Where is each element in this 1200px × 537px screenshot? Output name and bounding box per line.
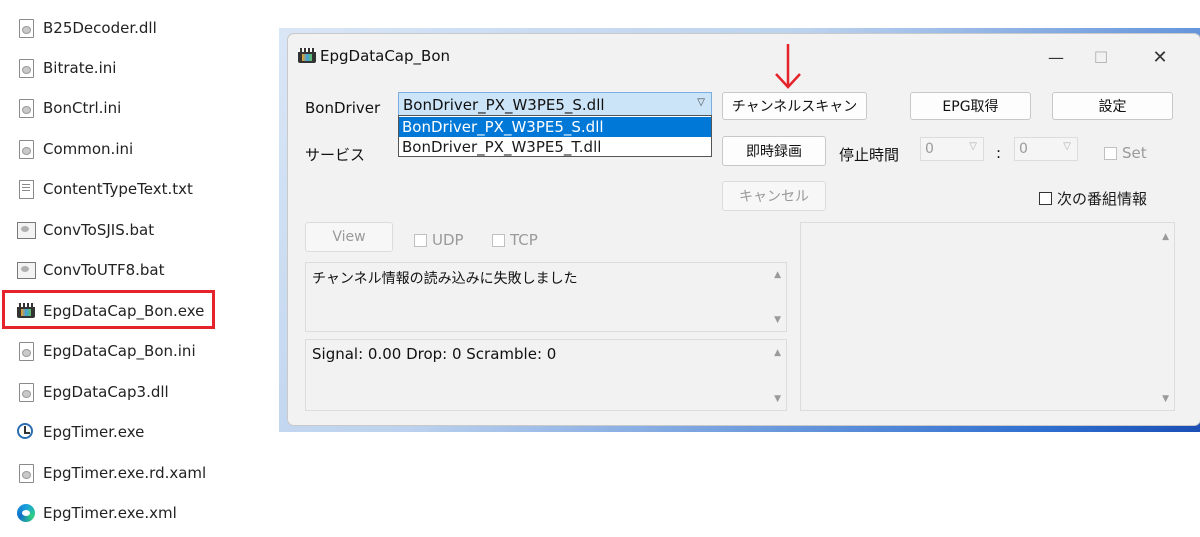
service-label: サービス (305, 146, 366, 164)
checkbox-box (1104, 146, 1117, 160)
scroll-up-icon[interactable]: ▲ (1162, 232, 1169, 242)
list-item[interactable]: EpgTimer.exe.xml (16, 501, 177, 525)
title-bar[interactable]: EpgDataCap_Bon — ☐ ✕ (288, 34, 1200, 78)
red-arrow-icon (775, 44, 801, 89)
chevron-down-icon: ▽ (697, 97, 705, 108)
ini-file-icon (16, 98, 36, 118)
status-text: Signal: 0.00 Drop: 0 Scramble: 0 (312, 345, 557, 363)
batch-file-icon (16, 220, 36, 240)
time-separator: : (996, 144, 1002, 162)
file-list: B25Decoder.dll Bitrate.ini BonCtrl.ini C… (0, 0, 270, 537)
scroll-down-icon[interactable]: ▼ (1162, 394, 1169, 404)
set-checkbox[interactable]: Set (1104, 144, 1147, 162)
scroll-down-icon[interactable]: ▼ (774, 394, 781, 404)
file-name: EpgTimer.exe.xml (43, 504, 177, 522)
list-item[interactable]: B25Decoder.dll (16, 16, 157, 40)
list-item[interactable]: BonCtrl.ini (16, 96, 121, 120)
list-item[interactable]: EpgTimer.exe (16, 420, 144, 444)
file-name: Common.ini (43, 140, 134, 158)
file-name: ConvToSJIS.bat (43, 221, 155, 239)
list-item[interactable]: EpgDataCap_Bon.ini (16, 339, 196, 363)
next-program-label: 次の番組情報 (1057, 190, 1148, 208)
maximize-button[interactable]: ☐ (1079, 42, 1123, 72)
epgdatacap-app-icon (298, 48, 316, 63)
chevron-down-icon: ▽ (969, 141, 977, 152)
ini-file-icon (16, 58, 36, 78)
highlight-box (2, 290, 215, 329)
list-item[interactable]: EpgDataCap3.dll (16, 380, 169, 404)
checkbox-box (414, 233, 427, 247)
file-name: EpgTimer.exe (43, 423, 145, 441)
file-name: EpgTimer.exe.rd.xaml (43, 464, 207, 482)
file-name: EpgDataCap3.dll (43, 383, 169, 401)
status-panel[interactable]: Signal: 0.00 Drop: 0 Scramble: 0 ▲ ▼ (305, 339, 787, 411)
file-name: ConvToUTF8.bat (43, 261, 165, 279)
ini-file-icon (16, 139, 36, 159)
file-name: Bitrate.ini (43, 59, 117, 77)
scroll-down-icon[interactable]: ▼ (774, 315, 781, 325)
stop-minute-select[interactable]: 0 ▽ (1014, 137, 1078, 161)
dropdown-option[interactable]: BonDriver_PX_W3PE5_S.dll (399, 117, 711, 137)
list-item[interactable]: ContentTypeText.txt (16, 177, 193, 201)
checkbox-box (492, 233, 505, 247)
list-item[interactable]: Common.ini (16, 137, 133, 161)
stop-hour-value: 0 (925, 141, 934, 157)
log-message: チャンネル情報の読み込みに失敗しました (312, 271, 578, 287)
next-program-checkbox[interactable]: 次の番組情報 (1039, 188, 1147, 209)
settings-button[interactable]: 設定 (1052, 92, 1173, 120)
close-button[interactable]: ✕ (1138, 42, 1182, 72)
channel-scan-button[interactable]: チャンネルスキャン (722, 92, 867, 120)
scroll-up-icon[interactable]: ▲ (774, 270, 781, 280)
file-name: B25Decoder.dll (43, 19, 157, 37)
udp-checkbox[interactable]: UDP (414, 231, 464, 249)
scroll-up-icon[interactable]: ▲ (774, 348, 781, 358)
dll-file-icon (16, 18, 36, 38)
set-label: Set (1122, 144, 1147, 162)
list-item[interactable]: ConvToUTF8.bat (16, 258, 165, 282)
tcp-label: TCP (510, 231, 538, 249)
bondriver-label: BonDriver (305, 99, 381, 117)
edge-icon (16, 503, 36, 523)
program-info-panel[interactable]: ▲ ▼ (800, 222, 1175, 411)
cancel-button[interactable]: キャンセル (722, 181, 826, 211)
list-item[interactable]: EpgTimer.exe.rd.xaml (16, 461, 206, 485)
bondriver-selected-value: BonDriver_PX_W3PE5_S.dll (403, 96, 605, 114)
batch-file-icon (16, 260, 36, 280)
bondriver-dropdown-list: BonDriver_PX_W3PE5_S.dll BonDriver_PX_W3… (398, 115, 712, 157)
text-file-icon (16, 179, 36, 199)
view-button[interactable]: View (305, 222, 393, 252)
epg-get-button[interactable]: EPG取得 (910, 92, 1031, 120)
window-title: EpgDataCap_Bon (320, 47, 450, 65)
stop-hour-select[interactable]: 0 ▽ (920, 137, 984, 161)
udp-label: UDP (432, 231, 464, 249)
dropdown-option[interactable]: BonDriver_PX_W3PE5_T.dll (399, 137, 711, 157)
checkbox-box (1039, 192, 1052, 205)
tcp-checkbox[interactable]: TCP (492, 231, 538, 249)
instant-record-button[interactable]: 即時録画 (722, 136, 826, 166)
xaml-file-icon (16, 463, 36, 483)
list-item[interactable]: ConvToSJIS.bat (16, 218, 154, 242)
file-name: ContentTypeText.txt (43, 180, 193, 198)
stop-minute-value: 0 (1019, 141, 1028, 157)
chevron-down-icon: ▽ (1063, 141, 1071, 152)
log-panel[interactable]: チャンネル情報の読み込みに失敗しました ▲ ▼ (305, 262, 787, 332)
minimize-button[interactable]: — (1034, 42, 1078, 72)
stop-time-label: 停止時間 (839, 146, 900, 164)
clock-icon (16, 422, 36, 442)
dll-file-icon (16, 382, 36, 402)
ini-file-icon (16, 341, 36, 361)
file-name: EpgDataCap_Bon.ini (43, 342, 196, 360)
list-item[interactable]: Bitrate.ini (16, 56, 116, 80)
file-name: BonCtrl.ini (43, 99, 122, 117)
